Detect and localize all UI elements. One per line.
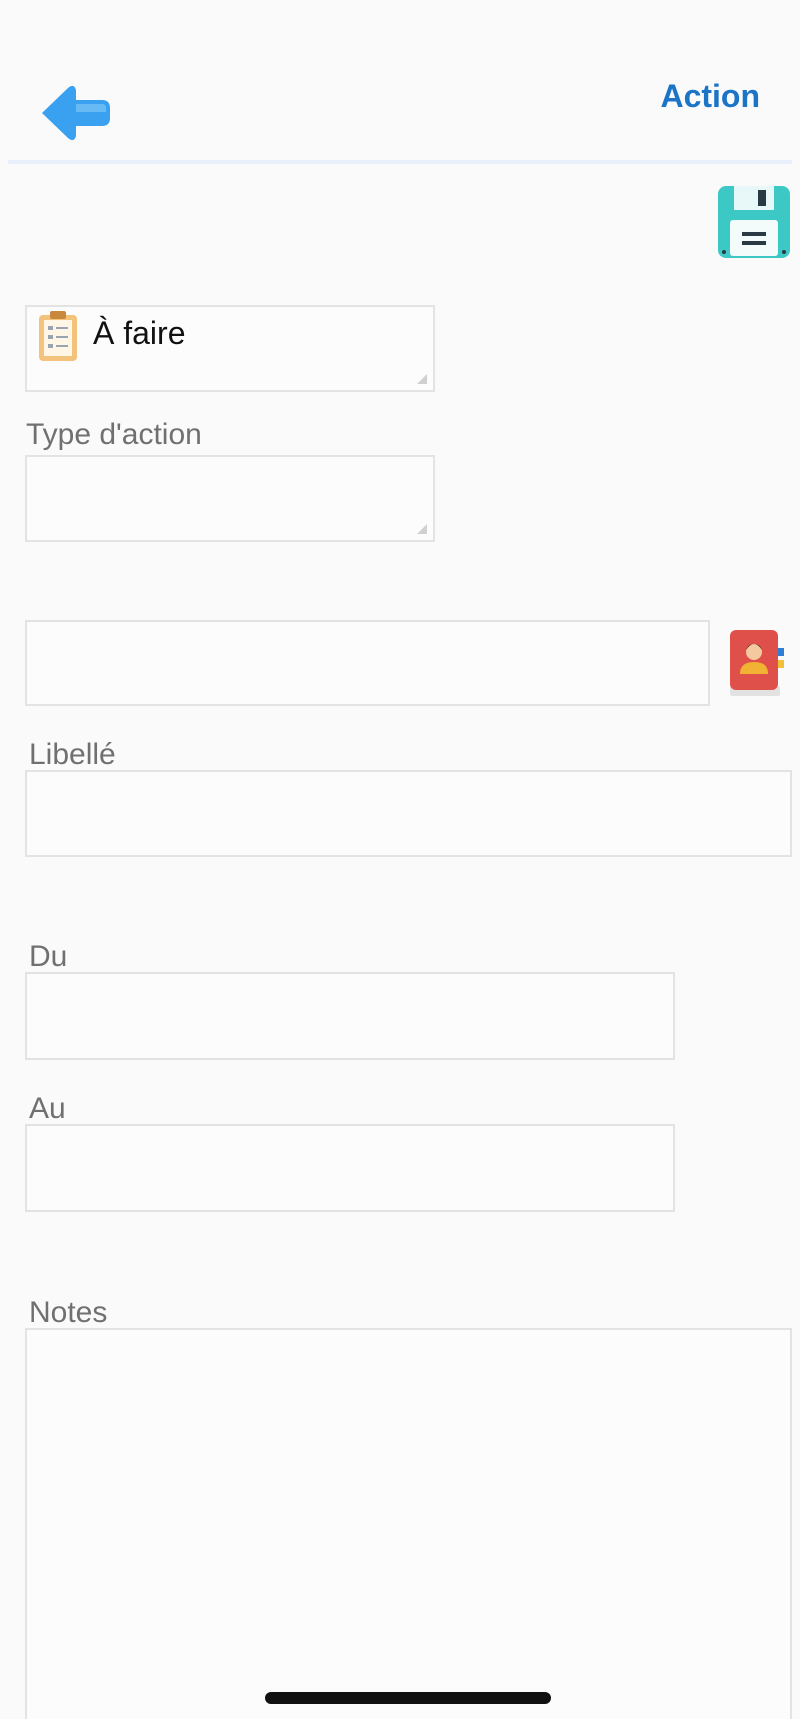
address-book-icon [730, 630, 784, 696]
du-date-input[interactable] [25, 972, 675, 1060]
resize-handle-icon[interactable] [417, 374, 427, 384]
libelle-label: Libellé [29, 738, 116, 771]
contact-input[interactable] [25, 620, 710, 706]
resize-handle-icon[interactable] [417, 524, 427, 534]
header-divider [8, 160, 792, 164]
au-label: Au [29, 1092, 66, 1125]
home-indicator [265, 1692, 551, 1704]
header-bar: Action [0, 0, 800, 165]
au-date-input[interactable] [25, 1124, 675, 1212]
contact-picker-button[interactable] [726, 628, 786, 698]
floppy-disk-icon [718, 186, 790, 258]
type-action-label: Type d'action [26, 418, 202, 451]
clipboard-icon [37, 309, 79, 363]
save-button[interactable] [716, 184, 792, 260]
page-title: Action [660, 78, 760, 114]
status-field[interactable]: À faire [25, 305, 435, 392]
arrow-left-icon [42, 85, 110, 141]
status-value: À faire [93, 315, 186, 351]
type-action-field[interactable] [25, 455, 435, 542]
back-button[interactable] [38, 82, 114, 144]
du-label: Du [29, 940, 68, 973]
notes-textarea[interactable] [25, 1328, 792, 1719]
libelle-input[interactable] [25, 770, 792, 857]
notes-label: Notes [29, 1296, 108, 1329]
